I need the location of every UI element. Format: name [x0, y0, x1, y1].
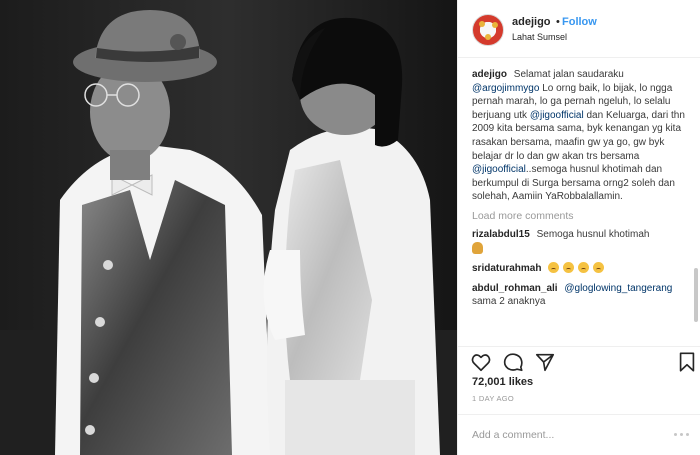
caption-mention-1[interactable]: @argojimmygo — [472, 83, 539, 94]
action-bar — [458, 346, 700, 376]
header-username[interactable]: adejigo — [512, 16, 551, 28]
caption-mention-3[interactable]: @jigoofficial — [472, 164, 526, 175]
comment-username[interactable]: sridaturahmah — [472, 263, 541, 274]
header-separator: • — [556, 16, 560, 28]
caption-username[interactable]: adejigo — [472, 69, 507, 80]
crying-face-emoji-icon — [563, 262, 575, 274]
crying-face-emoji-icon — [577, 262, 589, 274]
post-side-panel: adejigo • Follow Lahat Sumsel adejigo Se… — [457, 0, 700, 455]
caption-mention-2[interactable]: @jigoofficial — [530, 110, 584, 121]
load-more-comments-button[interactable]: Load more comments — [472, 210, 689, 222]
comment-mention[interactable]: @gloglowing_tangerang — [564, 283, 672, 294]
post-header: adejigo • Follow Lahat Sumsel — [458, 0, 700, 58]
crying-face-emoji-icon — [592, 262, 604, 274]
bookmark-icon[interactable] — [676, 351, 698, 373]
comment-item: sridaturahmah — [472, 262, 689, 276]
share-icon[interactable] — [534, 351, 556, 373]
comment-item: rizalabdul15 Semoga husnul khotimah — [472, 228, 689, 256]
heart-icon[interactable] — [470, 351, 492, 373]
location-link[interactable]: Lahat Sumsel — [512, 32, 567, 42]
comments-section[interactable]: adejigo Selamat jalan saudaraku @argojim… — [458, 58, 700, 346]
follow-button[interactable]: Follow — [562, 16, 597, 28]
comment-text: sama 2 anaknya — [472, 296, 546, 308]
post-timestamp[interactable]: 1 DAY AGO — [472, 394, 514, 403]
comment-icon[interactable] — [502, 351, 524, 373]
likes-count[interactable]: 72,001 likes — [472, 376, 533, 388]
comment-username[interactable]: abdul_rohman_ali — [472, 283, 558, 294]
comment-text: Semoga husnul khotimah — [536, 228, 650, 240]
post-photo[interactable] — [0, 0, 457, 455]
praying-hands-emoji-icon — [472, 241, 483, 254]
photo-illustration — [0, 0, 457, 455]
comment-username[interactable]: rizalabdul15 — [472, 229, 530, 240]
comment-item: abdul_rohman_ali @gloglowing_tangerang s… — [472, 282, 689, 309]
comments-scrollbar[interactable] — [694, 268, 698, 322]
add-comment-input[interactable] — [472, 427, 662, 443]
caption-text-1: Selamat jalan saudaraku — [513, 69, 624, 80]
post-caption: adejigo Selamat jalan saudaraku @argojim… — [472, 68, 689, 204]
crying-face-emoji-icon — [548, 262, 560, 274]
profile-avatar[interactable] — [472, 14, 504, 46]
more-dots-icon[interactable] — [673, 425, 691, 443]
add-comment-bar — [458, 414, 700, 455]
